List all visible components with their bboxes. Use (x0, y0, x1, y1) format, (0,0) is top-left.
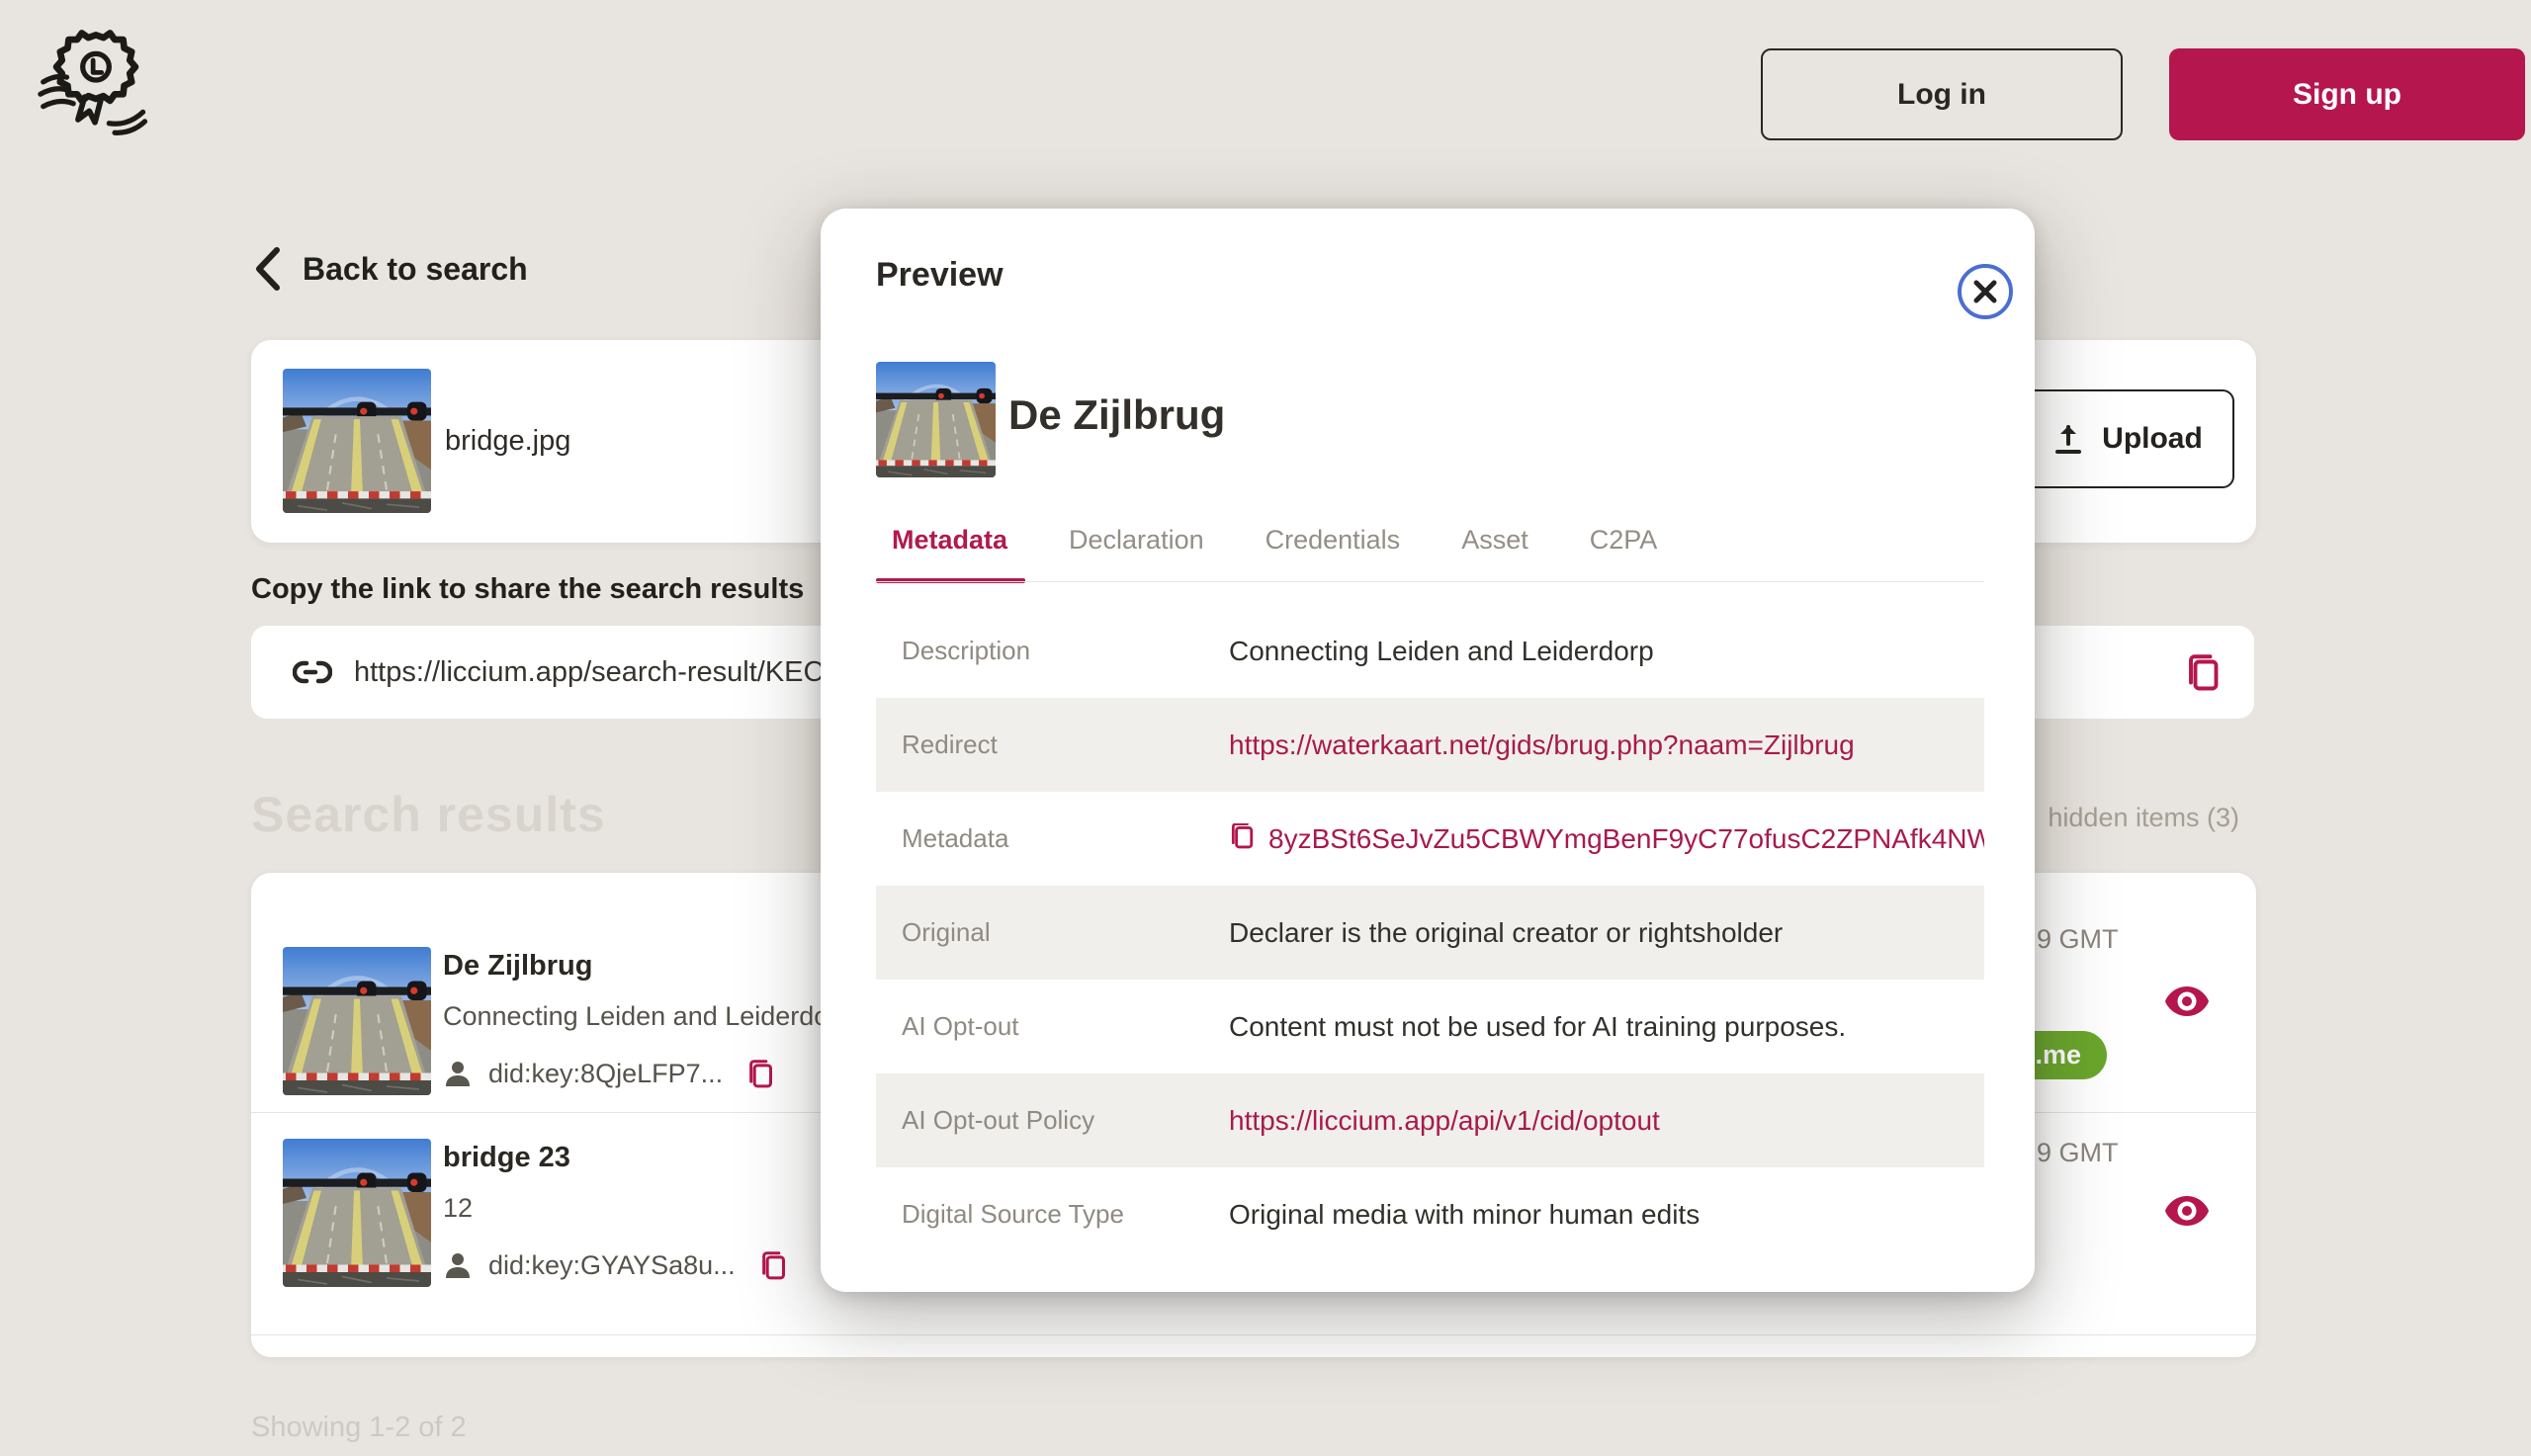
liccium-badge-logo[interactable] (36, 22, 156, 138)
copy-did-icon[interactable] (759, 1248, 787, 1282)
table-row-redirect: Redirect https://waterkaart.net/gids/bru… (876, 698, 1984, 792)
row-value-link[interactable]: https://liccium.app/api/v1/cid/optout (1229, 1105, 1660, 1137)
row-label: Redirect (876, 729, 1229, 760)
tab-declaration[interactable]: Declaration (1051, 525, 1222, 581)
row-label: AI Opt-out (876, 1011, 1229, 1042)
uploaded-filename: bridge.jpg (445, 425, 570, 458)
row-value: Original media with minor human edits (1229, 1199, 1700, 1231)
view-result-button[interactable] (2163, 980, 2211, 1023)
tab-credentials[interactable]: Credentials (1248, 525, 1419, 581)
chevron-left-icon (255, 247, 281, 291)
tab-metadata[interactable]: Metadata (876, 525, 1025, 581)
row-value: Content must not be used for AI training… (1229, 1011, 1846, 1043)
close-icon[interactable] (1956, 262, 2015, 321)
metadata-table: Description Connecting Leiden and Leider… (876, 604, 1984, 1261)
row-label: AI Opt-out Policy (876, 1105, 1229, 1136)
card-footer-divider (251, 1334, 2256, 1335)
person-icon (443, 1250, 473, 1280)
upload-button[interactable]: Upload (2021, 389, 2234, 488)
search-results-heading: Search results (251, 786, 606, 843)
modal-title: Preview (876, 256, 1004, 295)
asset-thumbnail (876, 362, 996, 477)
link-icon (293, 655, 332, 689)
table-row-digital-source-type: Digital Source Type Original media with … (876, 1167, 1984, 1261)
back-to-search-label: Back to search (303, 251, 528, 288)
eye-icon (2164, 985, 2210, 1017)
row-label: Original (876, 917, 1229, 948)
row-value: Declarer is the original creator or righ… (1229, 917, 1783, 949)
table-row-ai-opt-out-policy: AI Opt-out Policy https://liccium.app/ap… (876, 1073, 1984, 1167)
preview-modal: Preview De Zijlbrug Metadata Declaration… (821, 209, 2035, 1292)
row-label: Digital Source Type (876, 1199, 1229, 1230)
table-row-ai-opt-out: AI Opt-out Content must not be used for … (876, 980, 1984, 1073)
view-result-button[interactable] (2163, 1189, 2211, 1233)
result-timestamp: 9 GMT (2037, 924, 2119, 955)
upload-icon (2052, 422, 2084, 456)
results-count-label: Showing 1-2 of 2 (251, 1412, 467, 1444)
row-label: Description (876, 636, 1229, 666)
page: Log in Sign up Back to search bridge.jpg… (0, 0, 2531, 1456)
result-subtitle: Connecting Leiden and Leiderdorp (443, 1001, 852, 1032)
modal-tabs: Metadata Declaration Credentials Asset C… (876, 525, 1675, 581)
row-label: Metadata (876, 823, 1229, 854)
copy-url-icon[interactable] (2185, 651, 2221, 693)
table-row-original: Original Declarer is the original creato… (876, 886, 1984, 980)
bridge-thumbnail (283, 369, 431, 513)
signup-button[interactable]: Sign up (2169, 48, 2525, 140)
tab-asset[interactable]: Asset (1443, 525, 1546, 581)
row-value-link[interactable]: 8yzBSt6SeJvZu5CBWYmgBenF9yC77ofusC2ZPNAf… (1268, 823, 1984, 855)
asset-title: De Zijlbrug (1008, 391, 1225, 439)
bridge-thumbnail (283, 1139, 431, 1287)
result-did: did:key:GYAYSa8u... (488, 1250, 736, 1281)
copy-metadata-icon[interactable] (1229, 823, 1255, 851)
upload-label: Upload (2102, 422, 2203, 456)
tab-c2pa[interactable]: C2PA (1572, 525, 1676, 581)
row-value-link[interactable]: https://waterkaart.net/gids/brug.php?naa… (1229, 729, 1855, 761)
result-subtitle: 12 (443, 1193, 473, 1224)
login-button[interactable]: Log in (1761, 48, 2123, 140)
table-row-metadata: Metadata 8yzBSt6SeJvZu5CBWYmgBenF9yC77of… (876, 792, 1984, 886)
share-link-heading: Copy the link to share the search result… (251, 573, 804, 606)
back-to-search-link[interactable]: Back to search (255, 247, 528, 291)
table-row-description: Description Connecting Leiden and Leider… (876, 604, 1984, 698)
hidden-items-toggle[interactable]: hidden items (3) (2048, 803, 2239, 833)
result-timestamp: 9 GMT (2037, 1138, 2119, 1168)
row-value: Connecting Leiden and Leiderdorp (1229, 636, 1654, 667)
result-title: bridge 23 (443, 1142, 570, 1174)
eye-icon (2164, 1195, 2210, 1227)
tabs-divider (876, 581, 1984, 582)
result-title: De Zijlbrug (443, 950, 592, 983)
